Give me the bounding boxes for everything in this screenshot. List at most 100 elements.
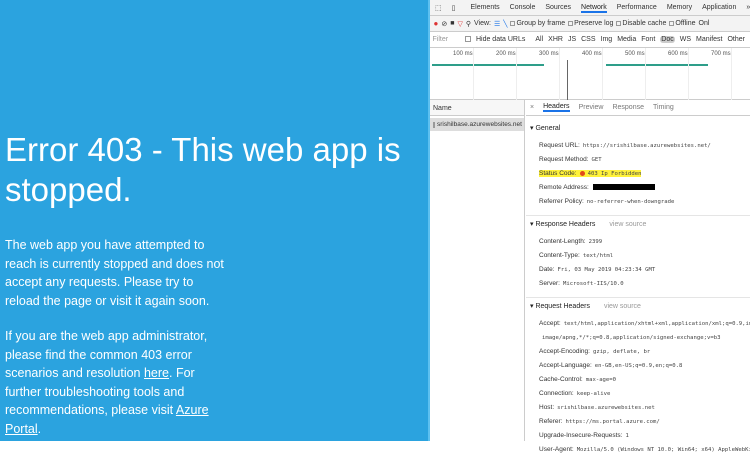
header-value: https://srishilbase.azurewebsites.net/ (582, 143, 711, 149)
header-row: Server: Microsoft-IIS/10.0 (539, 280, 624, 287)
devtools-tabs: ⬚ ▯ Elements Console Sources Network Performa… (430, 0, 750, 16)
disable-cache-checkbox[interactable]: Disable cache (616, 20, 666, 27)
redacted-address (592, 184, 655, 191)
filter-input[interactable]: Filter (433, 36, 458, 43)
admin-help-text: If you are the web app administrator, pl… (5, 327, 230, 438)
header-row: Referrer Policy: no-referrer-when-downgra… (539, 198, 674, 205)
header-row: Request URL: https://srishilbase.azureweb… (539, 142, 711, 149)
filter-type-css[interactable]: CSS (581, 36, 595, 43)
timeline-gridline (602, 48, 603, 100)
header-row: Upgrade-Insecure-Requests: 1 (539, 432, 629, 439)
group-by-frame-checkbox[interactable]: Group by frame (510, 20, 565, 27)
devtools-panel: ⬚ ▯ Elements Console Sources Network Performa… (428, 0, 750, 453)
header-name: Referer: (539, 418, 563, 425)
document-icon (433, 121, 435, 128)
header-row: Date: Fri, 03 May 2019 04:23:34 GMT (539, 266, 655, 273)
filter-type-all[interactable]: All (535, 36, 543, 43)
device-toolbar-icon[interactable]: ▯ (452, 4, 456, 12)
tab-network[interactable]: Network (581, 4, 607, 13)
header-name: Status Code: (539, 170, 577, 177)
request-section-header[interactable]: ▾ Request Headers view source (530, 302, 641, 310)
offline-checkbox[interactable]: Offline (669, 20, 696, 27)
filter-type-xhr[interactable]: XHR (548, 36, 563, 43)
header-name: Cache-Control: (539, 376, 583, 383)
tab-more[interactable]: » (746, 4, 750, 11)
response-section-header[interactable]: ▾ Response Headers view source (530, 220, 646, 228)
error-description: The web app you have attempted to reach … (5, 238, 224, 308)
filter-type-other[interactable]: Other (727, 36, 745, 43)
header-value: 403 Ip Forbidden (587, 171, 642, 177)
hide-data-urls-checkbox[interactable]: Hide data URLs (462, 36, 527, 43)
filter-type-img[interactable]: Img (601, 36, 613, 43)
detail-tab-headers[interactable]: Headers (543, 103, 570, 112)
timeline-tick: 500 ms (625, 51, 645, 57)
header-value: max-age=0 (585, 377, 617, 383)
header-row: Accept-Encoding: gzip, deflate, br (539, 348, 650, 355)
header-name: Upgrade-Insecure-Requests: (539, 432, 623, 439)
preserve-log-checkbox[interactable]: Preserve log (568, 20, 613, 27)
tab-console[interactable]: Console (510, 4, 536, 11)
header-value: text/html (582, 253, 614, 259)
offline-label: Offline (675, 20, 696, 27)
section-title: Response Headers (535, 221, 596, 228)
general-section-header[interactable]: ▾ General (530, 124, 560, 132)
filter-type-media[interactable]: Media (617, 36, 636, 43)
request-details: × Headers Preview Response Timing ▾ General R… (526, 100, 750, 453)
help-text-3: . (37, 421, 42, 436)
header-row: Content-Length: 2399 (539, 238, 602, 245)
view-source-link[interactable]: view source (609, 221, 646, 228)
header-value: 1 (625, 433, 629, 439)
header-row: Cache-Control: max-age=0 (539, 376, 616, 383)
tab-performance[interactable]: Performance (617, 4, 657, 11)
tab-memory[interactable]: Memory (667, 4, 692, 11)
waterfall-icon[interactable]: ╲ (503, 20, 507, 28)
header-value: Mozilla/5.0 (Windows NT 10.0; Win64; x64… (576, 447, 750, 453)
header-value: keep-alive (576, 391, 611, 397)
filter-icon[interactable]: ▽ (457, 20, 462, 28)
filter-type-js[interactable]: JS (568, 36, 576, 43)
timeline-gridline (645, 48, 646, 100)
request-row[interactable]: srishilbase.azurewebsites.net (430, 118, 524, 131)
header-name: Accept-Encoding: (539, 348, 590, 355)
network-overview-timeline[interactable]: 100 ms 200 ms 300 ms 400 ms 500 ms 600 ms 700 … (430, 48, 750, 100)
search-icon[interactable]: ⚲ (466, 20, 471, 28)
clear-icon[interactable]: ⊘ (441, 20, 447, 28)
tab-elements[interactable]: Elements (470, 4, 499, 11)
timeline-bar (432, 64, 544, 66)
screenshot-icon[interactable]: ■ (450, 20, 454, 27)
filter-type-manifest[interactable]: Manifest (696, 36, 722, 43)
filter-type-doc[interactable]: Doc (660, 36, 675, 43)
header-value: https://ms.portal.azure.com/ (565, 419, 660, 425)
here-link[interactable]: here (144, 366, 169, 380)
throttling-select[interactable]: Onl (699, 20, 710, 27)
record-icon[interactable]: ● (434, 19, 439, 28)
tab-application[interactable]: Application (702, 4, 736, 11)
timeline-tick: 300 ms (539, 51, 559, 57)
tab-sources[interactable]: Sources (545, 4, 571, 11)
header-row: Accept: text/html,application/xhtml+xml,a… (539, 320, 750, 327)
group-by-frame-label: Group by frame (516, 20, 566, 27)
detail-tab-timing[interactable]: Timing (653, 104, 674, 111)
header-value: Fri, 03 May 2019 04:23:34 GMT (557, 267, 656, 273)
close-detail-icon[interactable]: × (530, 104, 534, 111)
timeline-gridline (559, 48, 560, 100)
section-title: Request Headers (535, 303, 590, 310)
large-rows-icon[interactable]: ☰ (494, 20, 500, 28)
inspect-icon[interactable]: ⬚ (435, 4, 442, 12)
detail-tab-preview[interactable]: Preview (579, 104, 604, 111)
header-name: Request Method: (539, 156, 589, 163)
timeline-gridline (688, 48, 689, 100)
header-value: gzip, deflate, br (592, 349, 651, 355)
request-list: Name srishilbase.azurewebsites.net (430, 100, 525, 441)
detail-tab-response[interactable]: Response (612, 104, 644, 111)
header-value: text/html,application/xhtml+xml,applicat… (563, 321, 750, 327)
header-name: Remote Address: (539, 184, 589, 191)
timeline-tick: 600 ms (668, 51, 688, 57)
header-name: Accept: (539, 320, 561, 327)
filter-type-font[interactable]: Font (641, 36, 655, 43)
filter-type-ws[interactable]: WS (680, 36, 691, 43)
preserve-log-label: Preserve log (574, 20, 614, 27)
header-name: Connection: (539, 390, 574, 397)
view-source-link[interactable]: view source (604, 303, 641, 310)
name-column-header[interactable]: Name (430, 100, 524, 116)
